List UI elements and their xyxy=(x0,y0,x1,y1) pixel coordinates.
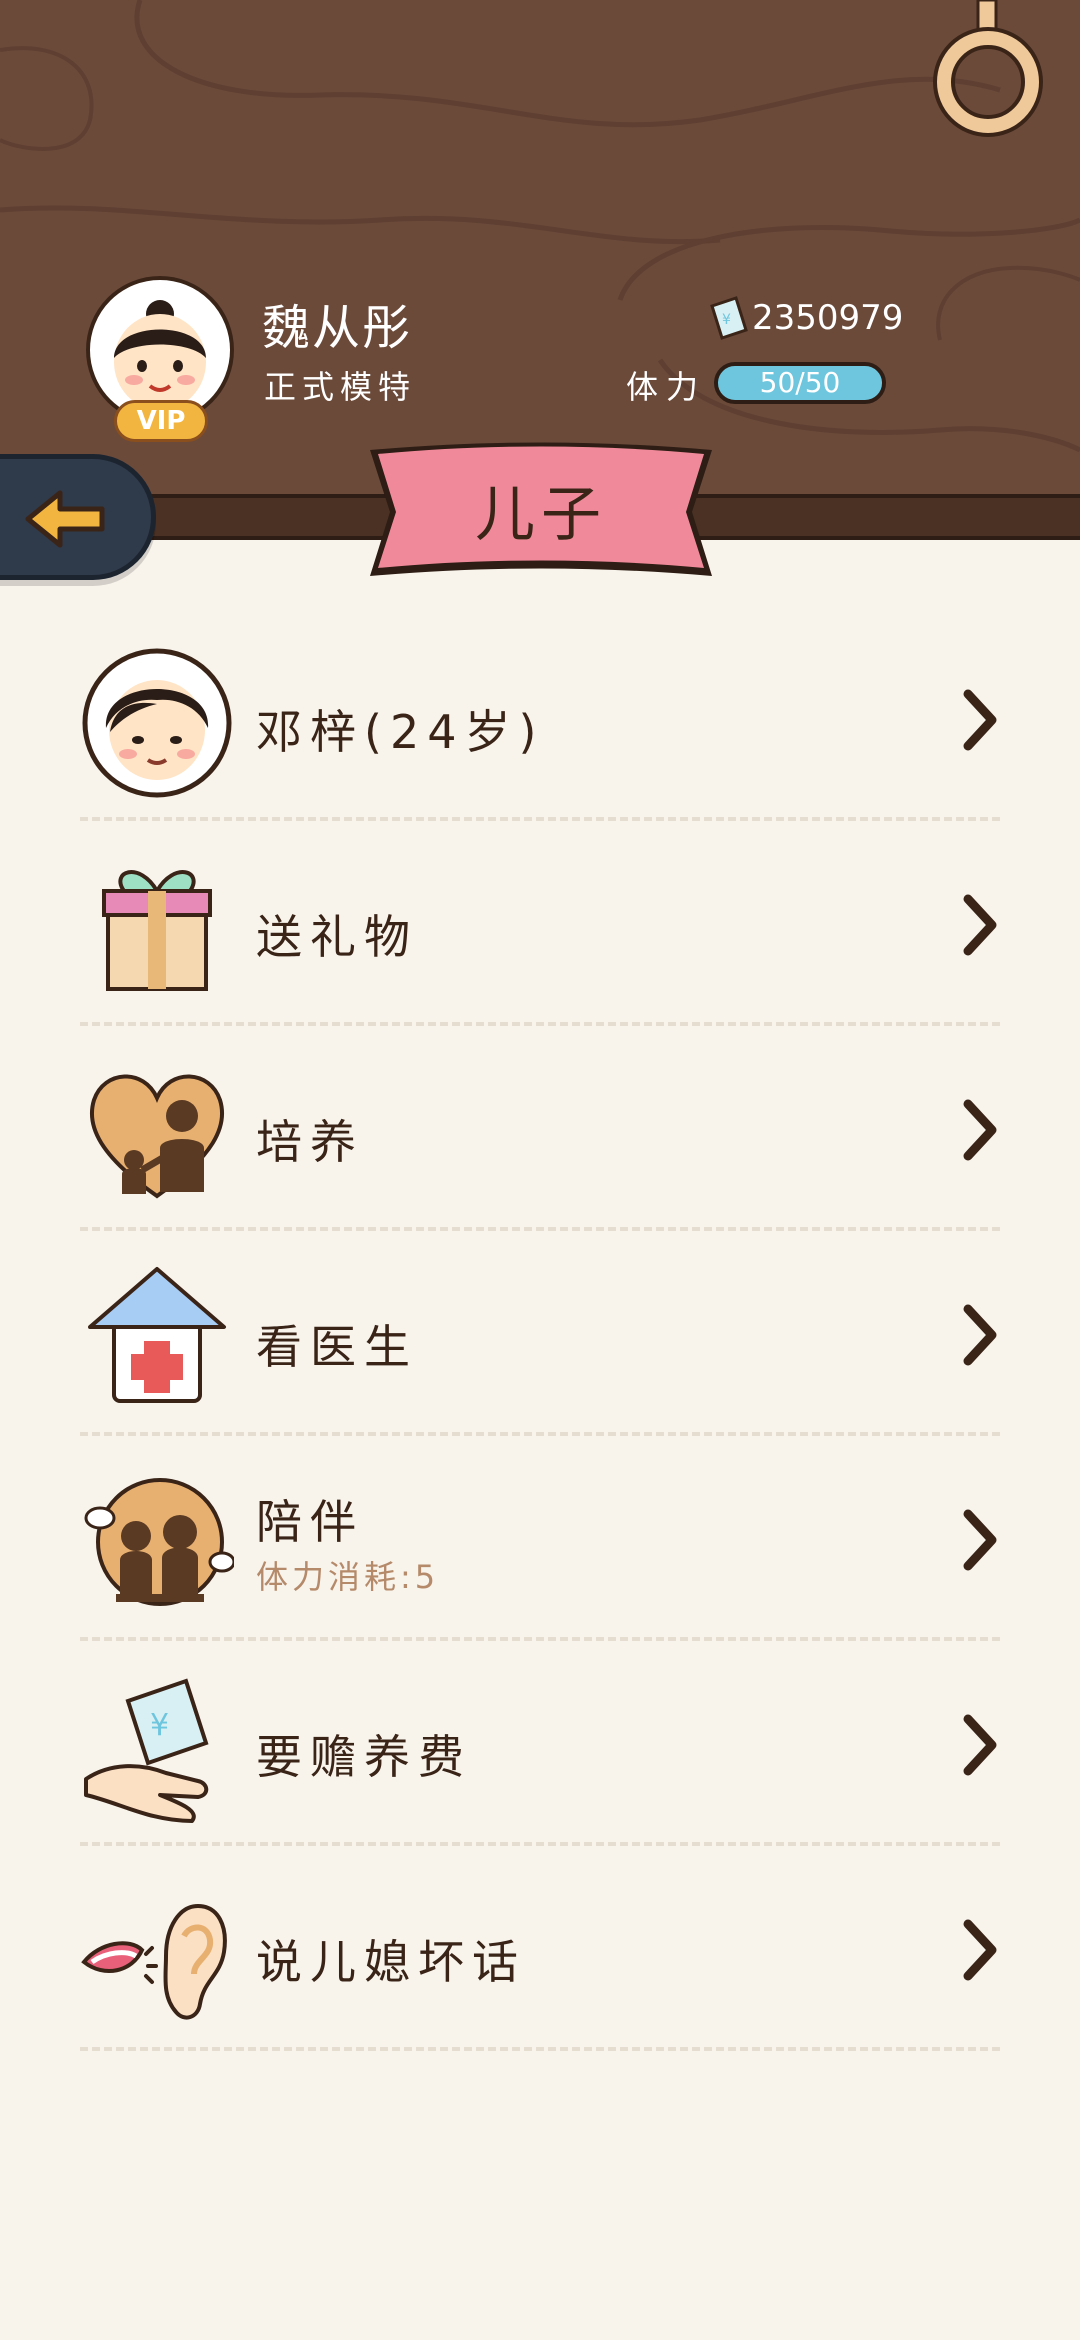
menu-item-label: 陪伴 xyxy=(256,1495,364,1549)
menu-item-son-profile[interactable]: 邓梓(24岁) xyxy=(80,616,1000,821)
action-menu: 邓梓(24岁) 送礼物 培养 看医生 陪伴 体力消耗:5 ¥ 要赡养费 说儿媳坏… xyxy=(80,616,1000,2051)
hospital-icon xyxy=(88,1267,226,1403)
menu-item-demand-support[interactable]: ¥ 要赡养费 xyxy=(80,1641,1000,1846)
chevron-right-icon xyxy=(963,1714,997,1776)
money-value: 2350979 xyxy=(752,298,904,338)
menu-item-label: 说儿媳坏话 xyxy=(256,1935,526,1989)
chevron-right-icon xyxy=(963,689,997,751)
gossip-icon xyxy=(81,1903,227,2020)
player-title: 正式模特 xyxy=(264,368,417,406)
gift-icon xyxy=(102,870,212,991)
son-avatar-icon xyxy=(82,648,232,798)
back-button[interactable] xyxy=(0,454,156,580)
back-arrow-icon xyxy=(25,490,105,548)
menu-item-label: 送礼物 xyxy=(256,910,418,964)
stamina-label: 体力 xyxy=(626,368,707,406)
stamina-bar: 50/50 xyxy=(714,362,886,404)
player-name: 魏从彤 xyxy=(262,300,413,356)
stamina-cost-label: 体力消耗:5 xyxy=(256,1558,440,1596)
player-face-icon xyxy=(114,300,206,410)
svg-text:¥: ¥ xyxy=(722,312,731,328)
money-hand-icon: ¥ xyxy=(84,1678,209,1823)
chevron-right-icon xyxy=(963,894,997,956)
menu-item-label: 看医生 xyxy=(256,1320,418,1374)
menu-item-see-doctor[interactable]: 看医生 xyxy=(80,1231,1000,1436)
menu-item-label: 培养 xyxy=(256,1115,364,1169)
menu-item-send-gift[interactable]: 送礼物 xyxy=(80,821,1000,1026)
chevron-right-icon xyxy=(963,1099,997,1161)
svg-text:¥: ¥ xyxy=(150,1708,169,1743)
vip-badge: VIP xyxy=(114,400,208,442)
menu-item-gossip[interactable]: 说儿媳坏话 xyxy=(80,1846,1000,2051)
title-ribbon: 儿子 xyxy=(366,440,716,586)
menu-item-nurture[interactable]: 培养 xyxy=(80,1026,1000,1231)
chevron-right-icon xyxy=(963,1919,997,1981)
chevron-right-icon xyxy=(963,1509,997,1571)
heart-family-icon xyxy=(89,1074,225,1199)
money-bill-icon: ¥ xyxy=(710,296,748,340)
settings-ring-icon[interactable] xyxy=(930,0,1050,150)
chevron-right-icon xyxy=(963,1304,997,1366)
menu-item-label: 邓梓(24岁) xyxy=(256,705,545,759)
menu-item-companion[interactable]: 陪伴 体力消耗:5 xyxy=(80,1436,1000,1641)
menu-item-label: 要赡养费 xyxy=(256,1730,472,1784)
page-title: 儿子 xyxy=(475,480,607,550)
companion-icon xyxy=(84,1478,234,1606)
